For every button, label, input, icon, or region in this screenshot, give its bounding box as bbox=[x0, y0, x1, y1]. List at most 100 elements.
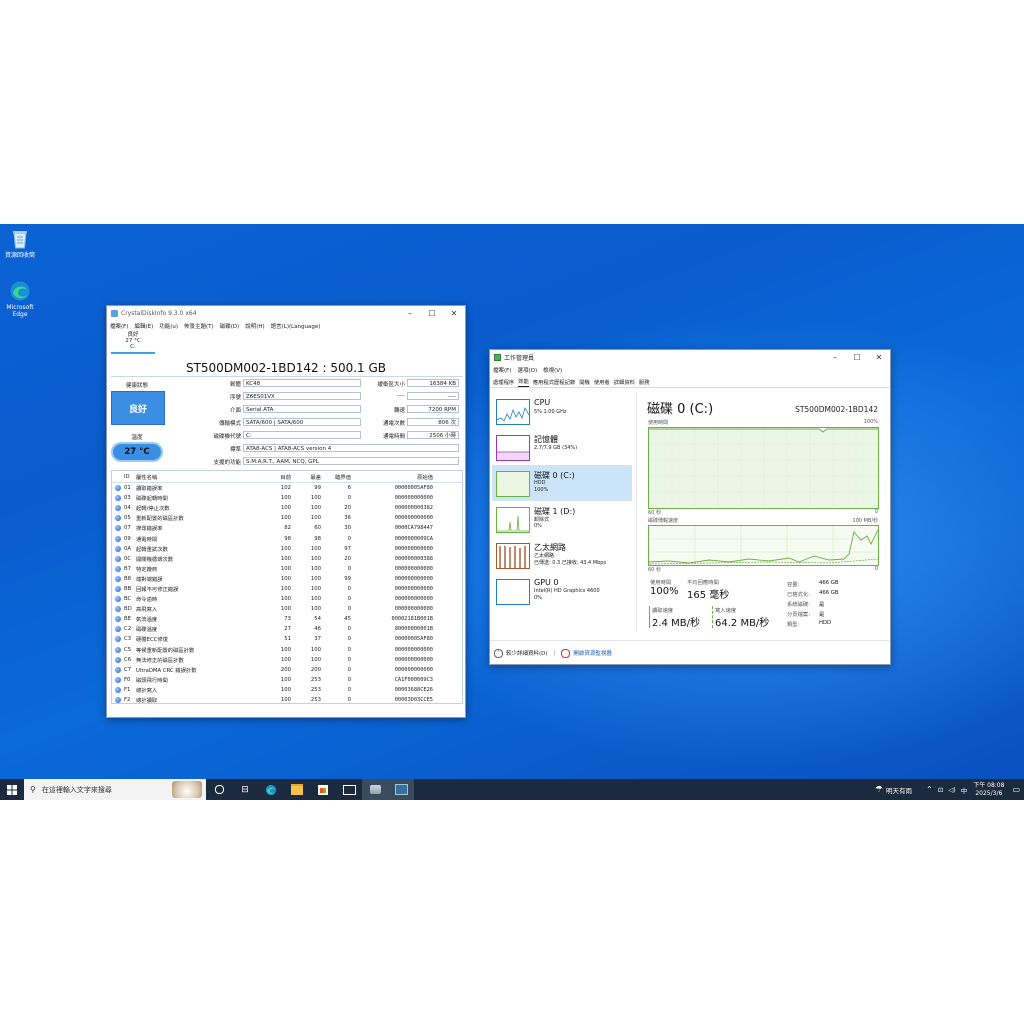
smart-attribute-table[interactable]: ID 屬性名稱 目前 最差 臨界值 原始值 01 讀取錯誤率 102 99 6 00000… bbox=[111, 470, 463, 704]
menu-edit[interactable]: 編輯(E) bbox=[134, 322, 153, 330]
table-row[interactable]: F1 總計寫入 100 253 0 00003688CE26 bbox=[112, 685, 462, 695]
volume-icon[interactable]: ◁) bbox=[948, 786, 956, 794]
taskbar-app-mail[interactable] bbox=[336, 779, 362, 800]
read-speed-label: 讀取速度 bbox=[652, 608, 674, 614]
tab-app-history[interactable]: 應用程式歷程記錄 bbox=[533, 378, 575, 387]
tab-startup[interactable]: 開機 bbox=[579, 378, 590, 387]
tm-tab-strip: 處理程序 效能 應用程式歷程記錄 開機 使用者 詳細資料 服務 bbox=[490, 375, 890, 388]
menu-theme[interactable]: 佈景主題(T) bbox=[184, 322, 214, 330]
cell-current: 100 bbox=[280, 555, 291, 562]
tab-services[interactable]: 服務 bbox=[639, 378, 650, 387]
perf-item-disk-1[interactable]: 磁碟 1 (D:) 卸除式 0% bbox=[492, 501, 632, 537]
cell-raw: 80000000001B bbox=[394, 626, 433, 633]
resource-monitor-link[interactable]: 開啟資源監視器 bbox=[573, 649, 612, 657]
col-current-header[interactable]: 目前 bbox=[269, 473, 291, 481]
col-threshold-header[interactable]: 臨界值 bbox=[321, 473, 351, 481]
table-row[interactable]: 09 通電時間 98 98 0 0000000009CA bbox=[112, 533, 462, 543]
col-id-header[interactable]: ID bbox=[124, 474, 136, 480]
table-row[interactable]: F2 總計讀取 100 253 0 00003D03CCE5 bbox=[112, 695, 462, 703]
write-speed-value: 64.2 MB/秒 bbox=[715, 618, 770, 629]
status-dot-icon bbox=[115, 525, 121, 532]
status-dot-icon bbox=[115, 585, 121, 592]
tab-performance[interactable]: 效能 bbox=[518, 377, 529, 387]
cell-name: UltraDMA CRC 錯誤計數 bbox=[136, 667, 197, 674]
perf-item-disk-0[interactable]: 磁碟 0 (C:) HDD 100% bbox=[492, 465, 632, 501]
desktop-icon-edge[interactable]: Microsoft Edge bbox=[0, 280, 40, 318]
minimize-button[interactable]: – bbox=[824, 350, 846, 364]
table-row[interactable]: BB 回報不可修正錯誤 100 100 0 000000000000 bbox=[112, 584, 462, 594]
ime-indicator[interactable]: 中 bbox=[961, 785, 968, 795]
table-row[interactable]: F0 磁頭飛行時間 100 253 0 CA1F000009C3 bbox=[112, 675, 462, 685]
network-icon[interactable]: ⊡ bbox=[938, 786, 943, 794]
taskbar-app-task-manager[interactable] bbox=[388, 779, 414, 800]
table-row[interactable]: 03 磁碟起轉時間 100 100 0 000000000000 bbox=[112, 493, 462, 503]
table-row[interactable]: 01 讀取錯誤率 102 99 6 00000005AF80 bbox=[112, 483, 462, 493]
start-button[interactable] bbox=[0, 779, 24, 800]
table-row[interactable]: C6 無法修正的磁區計數 100 100 0 000000000000 bbox=[112, 655, 462, 665]
tm-titlebar[interactable]: 工作管理員 – ☐ ✕ bbox=[490, 350, 890, 364]
cell-raw: 00002181B001B bbox=[391, 616, 433, 623]
cell-raw: 00000005AF80 bbox=[394, 485, 433, 492]
menu-options[interactable]: 選項(O) bbox=[517, 366, 537, 374]
cell-id: C6 bbox=[124, 656, 132, 663]
table-row[interactable]: B8 端對端錯誤 100 100 99 000000000000 bbox=[112, 574, 462, 584]
clock[interactable]: 下午 08:08 2025/3/6 bbox=[973, 782, 1004, 798]
chevron-up-icon[interactable]: ⌃ bbox=[926, 785, 933, 794]
cell-current: 100 bbox=[280, 515, 291, 522]
menu-help[interactable]: 說明(H) bbox=[245, 322, 264, 330]
maximize-button[interactable]: ☐ bbox=[421, 306, 443, 320]
perf-item-memory[interactable]: 記憶體 2.7/7.9 GB (34%) bbox=[492, 429, 632, 465]
taskbar-app-file-explorer[interactable] bbox=[284, 779, 310, 800]
table-row[interactable]: C5 等候重新配置的磁區計數 100 100 0 000000000000 bbox=[112, 645, 462, 655]
minimize-button[interactable]: – bbox=[399, 306, 421, 320]
tm-window-title: 工作管理員 bbox=[504, 354, 535, 362]
tab-users[interactable]: 使用者 bbox=[594, 378, 610, 387]
taskbar-app-edge[interactable] bbox=[258, 779, 284, 800]
col-raw-header[interactable]: 原始值 bbox=[351, 473, 433, 481]
menu-disk[interactable]: 磁碟(D) bbox=[220, 322, 240, 330]
table-row[interactable]: BC 命令逾時 100 100 0 000000000000 bbox=[112, 594, 462, 604]
table-row[interactable]: B7 特定廠商 100 100 0 000000000000 bbox=[112, 564, 462, 574]
menu-file[interactable]: 檔案(F) bbox=[110, 322, 128, 330]
close-button[interactable]: ✕ bbox=[868, 350, 890, 364]
task-view-button[interactable] bbox=[206, 779, 232, 800]
taskbar-app-multitask[interactable]: ⊟ bbox=[232, 779, 258, 800]
health-status-button[interactable]: 良好 bbox=[111, 391, 165, 425]
col-worst-header[interactable]: 最差 bbox=[291, 473, 321, 481]
cell-raw: 000000000000 bbox=[394, 656, 433, 663]
table-row[interactable]: C7 UltraDMA CRC 錯誤計數 200 200 0 000000000000 bbox=[112, 665, 462, 675]
cell-worst: 99 bbox=[314, 485, 321, 492]
cell-raw: 0000CA798447 bbox=[394, 525, 433, 532]
perf-item-gpu[interactable]: GPU 0 Intel(R) HD Graphics 4600 0% bbox=[492, 573, 632, 609]
col-name-header[interactable]: 屬性名稱 bbox=[136, 473, 269, 481]
taskbar-search-box[interactable]: ⚲ 在這裡輸入文字來搜尋 bbox=[24, 779, 206, 800]
close-button[interactable]: ✕ bbox=[443, 306, 465, 320]
perf-item-ethernet[interactable]: 乙太網路 乙太網路 已傳送: 0.3 已接收: 43.4 Mbps bbox=[492, 537, 632, 573]
table-row[interactable]: C2 磁碟溫度 27 46 0 80000000001B bbox=[112, 624, 462, 634]
menu-file[interactable]: 檔案(F) bbox=[493, 366, 511, 374]
table-row[interactable]: 07 搜尋錯誤率 82 60 30 0000CA798447 bbox=[112, 523, 462, 533]
table-row[interactable]: 0C 開關機循環次數 100 100 20 000000000388 bbox=[112, 554, 462, 564]
maximize-button[interactable]: ☐ bbox=[846, 350, 868, 364]
taskbar-app-crystaldiskinfo[interactable] bbox=[362, 779, 388, 800]
perf-item-cpu[interactable]: CPU 5% 1.00 GHz bbox=[492, 393, 632, 429]
table-row[interactable]: 05 重新配置的磁區計數 100 100 36 000000000000 bbox=[112, 513, 462, 523]
table-row[interactable]: BD 高飛寫入 100 100 0 000000000000 bbox=[112, 604, 462, 614]
desktop-icon-recycle-bin[interactable]: 資源回收筒 bbox=[0, 228, 40, 259]
tab-processes[interactable]: 處理程序 bbox=[493, 378, 514, 387]
menu-view[interactable]: 檢視(V) bbox=[543, 366, 562, 374]
table-row[interactable]: 04 起轉/停止次數 100 100 20 000000000382 bbox=[112, 503, 462, 513]
notification-icon[interactable]: ▭ bbox=[1012, 785, 1020, 794]
weather-text[interactable]: 明天有雨 bbox=[886, 785, 912, 795]
table-row[interactable]: BE 氣流溫度 73 54 45 00002181B001B bbox=[112, 614, 462, 624]
menu-function[interactable]: 功能(u) bbox=[159, 322, 178, 330]
cdi-titlebar[interactable]: CrystalDiskInfo 9.3.0 x64 – ☐ ✕ bbox=[107, 306, 465, 320]
taskbar-app-store[interactable] bbox=[310, 779, 336, 800]
cell-worst: 100 bbox=[310, 606, 321, 613]
tab-details[interactable]: 詳細資料 bbox=[614, 378, 635, 387]
drive-status-tab[interactable]: 良好 27 °C C: bbox=[111, 331, 155, 354]
table-row[interactable]: C3 硬體ECC修復 51 37 0 00000005AF80 bbox=[112, 634, 462, 644]
fewer-details-link[interactable]: 較少詳細資料(D) bbox=[506, 649, 548, 657]
table-row[interactable]: 0A 起轉重試次數 100 100 97 000000000000 bbox=[112, 544, 462, 554]
menu-language[interactable]: 語言(L)(Language) bbox=[271, 322, 321, 330]
